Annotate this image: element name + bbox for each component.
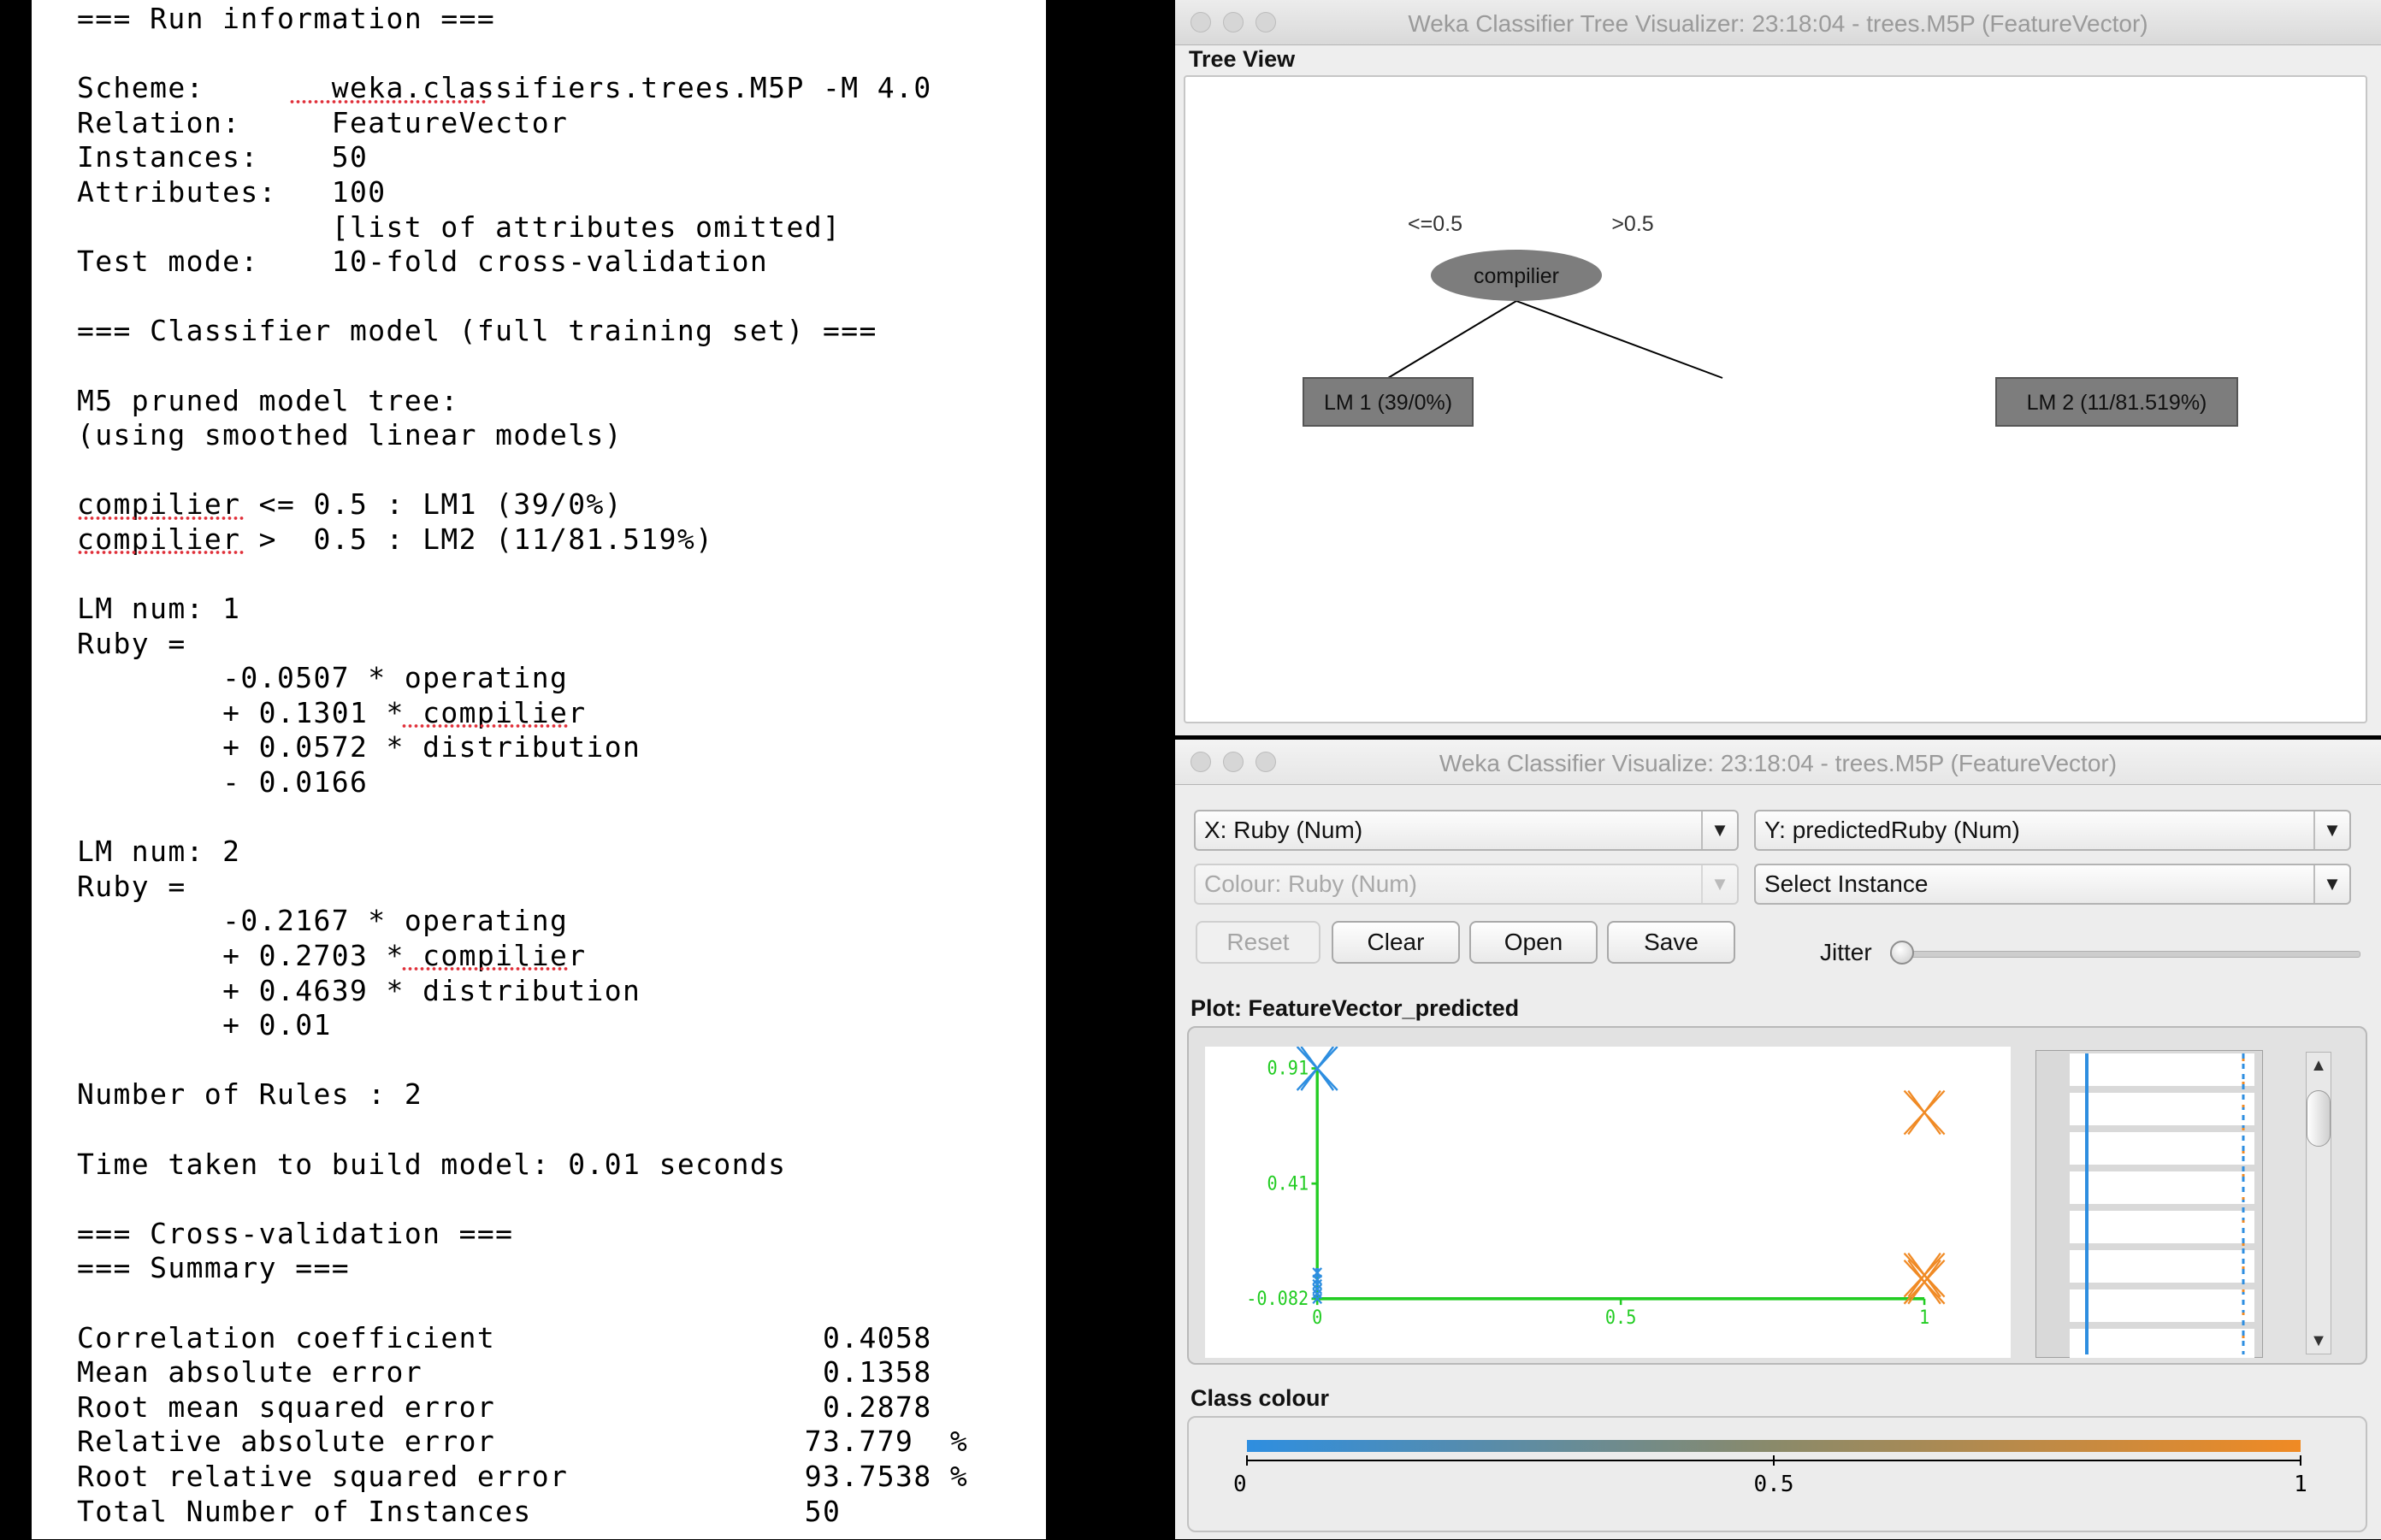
y-tick-label: 0.91: [1267, 1057, 1309, 1079]
tree-edge-right: [1515, 300, 1723, 379]
legend-tick-label: 0.5: [1754, 1472, 1794, 1497]
tree-view-label: Tree View: [1189, 46, 1296, 72]
colour-select: Colour: Ruby (Num) ▼: [1194, 864, 1739, 905]
jitter-label: Jitter: [1820, 939, 1872, 965]
legend-tick-label: 0: [1233, 1472, 1247, 1497]
spellcheck-underline: [77, 550, 245, 555]
x-axis-select-value: X: Ruby (Num): [1204, 817, 1363, 843]
tree-visualizer-window: Weka Classifier Tree Visualizer: 23:18:0…: [1175, 0, 2381, 735]
strip-row: [2070, 1132, 2254, 1165]
y-axis-select-value: Y: predictedRuby (Num): [1764, 817, 2020, 843]
scroll-up-arrow-icon[interactable]: ▲: [2307, 1053, 2331, 1078]
jitter-slider-track[interactable]: [1890, 951, 2360, 958]
legend-ticks: 0 0.5 1: [1233, 1455, 2307, 1497]
jitter-slider-knob[interactable]: [1890, 941, 1914, 965]
spellcheck-underline: [77, 516, 245, 521]
chevron-down-icon[interactable]: ▼: [2313, 811, 2349, 849]
scroll-down-arrow-icon[interactable]: ▼: [2307, 1328, 2331, 1354]
select-instance-value: Select Instance: [1764, 870, 1929, 897]
spellcheck-underline: [401, 966, 569, 971]
tree-window-title: Weka Classifier Tree Visualizer: 23:18:0…: [1408, 10, 2148, 37]
legend-tick-label: 1: [2294, 1472, 2307, 1497]
tree-window-titlebar[interactable]: Weka Classifier Tree Visualizer: 23:18:0…: [1175, 0, 2381, 45]
tree-diagram[interactable]: <=0.5 >0.5 compilier LM 1 (39/0%) LM 2 (…: [1185, 77, 2366, 722]
strip-row: [2070, 1289, 2254, 1322]
visualize-window-title: Weka Classifier Visualize: 23:18:04 - tr…: [1439, 750, 2118, 776]
scrollbar-thumb[interactable]: [2307, 1090, 2331, 1147]
visualize-window-titlebar[interactable]: Weka Classifier Visualize: 23:18:04 - tr…: [1175, 740, 2381, 785]
chevron-down-icon: ▼: [1701, 865, 1737, 903]
attribute-strip-panel[interactable]: [2035, 1050, 2263, 1358]
classifier-output-panel: === Run information === Scheme: weka.cla…: [0, 0, 1049, 1539]
strip-row: [2070, 1171, 2254, 1204]
x-tick-label: 0: [1312, 1306, 1322, 1328]
strip-row: [2070, 1250, 2254, 1283]
strip-row: [2070, 1053, 2254, 1086]
strip-row: [2070, 1093, 2254, 1125]
tree-node-label: compilier: [1474, 264, 1559, 288]
classifier-output-text-area[interactable]: === Run information === Scheme: weka.cla…: [32, 0, 1046, 1539]
x-axis-select[interactable]: X: Ruby (Num) ▼: [1194, 810, 1739, 851]
colour-select-value: Colour: Ruby (Num): [1204, 870, 1417, 897]
strip-row: [2070, 1329, 2254, 1358]
tree-edge-left: [1387, 300, 1517, 379]
x-tick-label: 0.5: [1605, 1306, 1636, 1328]
select-instance-select[interactable]: Select Instance ▼: [1754, 864, 2351, 905]
spellcheck-underline: [401, 723, 569, 729]
open-button[interactable]: Open: [1469, 921, 1598, 964]
class-colour-label: Class colour: [1190, 1385, 1330, 1411]
chevron-down-icon[interactable]: ▼: [1701, 811, 1737, 849]
x-tick-label: 1: [1919, 1306, 1929, 1328]
strip-scrollbar[interactable]: ▲ ▼: [2306, 1052, 2331, 1354]
class-colour-gradient-bar: [1247, 1440, 2301, 1452]
reset-button: Reset: [1196, 921, 1320, 964]
spellcheck-underline: [289, 99, 486, 104]
y-tick-label: -0.082: [1246, 1287, 1309, 1309]
strip-row: [2070, 1211, 2254, 1243]
tree-view-canvas[interactable]: <=0.5 >0.5 compilier LM 1 (39/0%) LM 2 (…: [1184, 75, 2367, 723]
class-colour-legend: 0 0.5 1: [1233, 1440, 2307, 1497]
clear-button[interactable]: Clear: [1332, 921, 1460, 964]
tree-leaf-label: LM 2 (11/81.519%): [2027, 391, 2207, 415]
edge-label-right: >0.5: [1611, 212, 1653, 236]
scatter-plot[interactable]: 0.91 0.41 -0.0820 0.5 1: [1205, 1047, 2011, 1358]
edge-label-left: <=0.5: [1408, 212, 1462, 236]
plot-title: Plot: FeatureVector_predicted: [1190, 995, 1520, 1021]
classifier-output-text: === Run information === Scheme: weka.cla…: [77, 2, 969, 1528]
chevron-down-icon[interactable]: ▼: [2313, 865, 2349, 903]
save-button[interactable]: Save: [1607, 921, 1735, 964]
tree-leaf-label: LM 1 (39/0%): [1324, 391, 1452, 415]
y-axis-select[interactable]: Y: predictedRuby (Num) ▼: [1754, 810, 2351, 851]
y-tick-label: 0.41: [1267, 1172, 1309, 1195]
